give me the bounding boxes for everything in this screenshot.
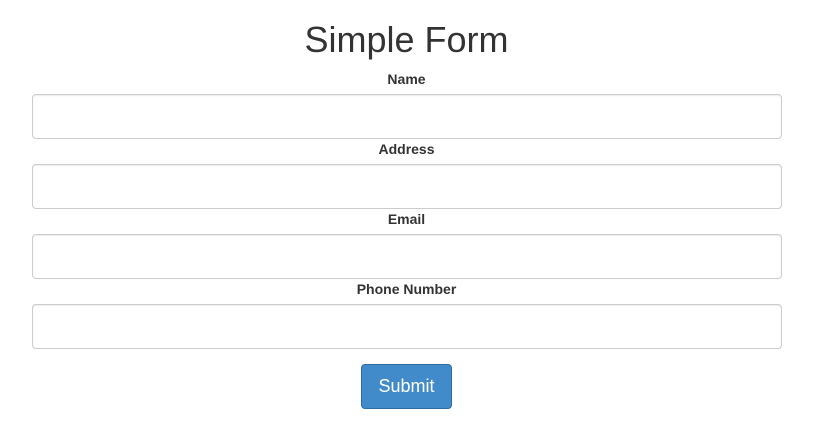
phone-number-field[interactable]	[32, 304, 782, 349]
submit-button[interactable]: Submit	[361, 364, 452, 409]
email-label: Email	[387, 211, 426, 227]
address-field[interactable]	[32, 164, 782, 209]
name-label: Name	[387, 71, 426, 87]
email-field[interactable]	[32, 234, 782, 279]
phone-number-label: Phone Number	[356, 281, 457, 297]
simple-form-page: Simple Form Name Address Email Phone Num…	[0, 0, 817, 444]
address-label: Address	[378, 141, 435, 157]
page-title: Simple Form	[304, 19, 509, 60]
name-field[interactable]	[32, 94, 782, 139]
